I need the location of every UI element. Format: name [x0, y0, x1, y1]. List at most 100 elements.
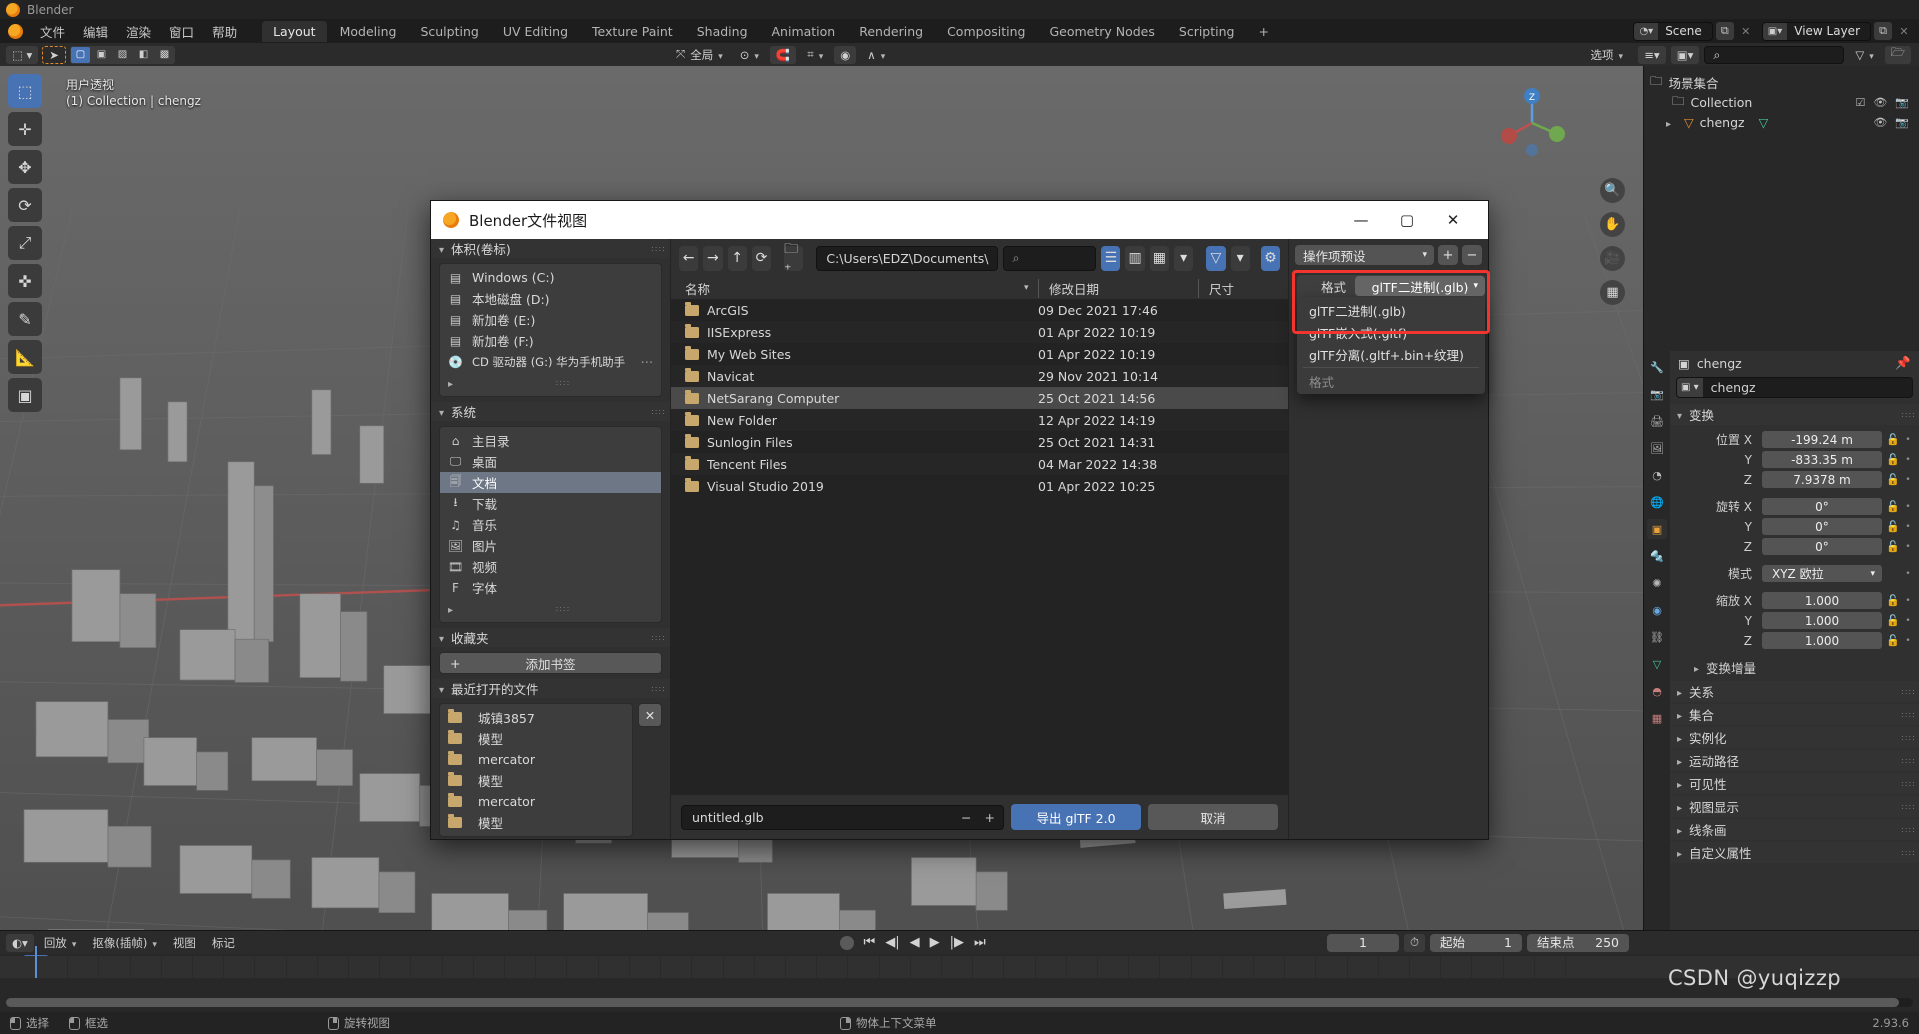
select-invert-icon[interactable]: ◧ — [134, 47, 153, 63]
forward-button[interactable]: → — [703, 246, 722, 271]
system-item-documents[interactable]: 🗐文档 — [440, 472, 661, 493]
object-tab-icon[interactable]: ▣ — [1647, 519, 1667, 539]
add-preset-button[interactable]: + — [1438, 245, 1458, 265]
use-preview-range-icon[interactable]: ⏱ — [1404, 934, 1425, 952]
modifier-tab-icon[interactable]: 🔩 — [1647, 546, 1667, 566]
column-date[interactable]: 修改日期 — [1038, 279, 1198, 298]
volume-item[interactable]: ▤新加卷 (F:) — [440, 330, 661, 351]
menu-render[interactable]: 渲染 — [117, 20, 160, 43]
physics-tab-icon[interactable]: ◉ — [1647, 600, 1667, 620]
decrement-icon[interactable]: − — [961, 810, 971, 825]
tweak-tool-button[interactable]: ➤ — [42, 46, 66, 64]
end-frame-field[interactable]: 结束点 250 — [1527, 934, 1629, 952]
render-tab-icon[interactable]: 📷 — [1647, 384, 1667, 404]
back-button[interactable]: ← — [679, 246, 698, 271]
transform-panel-header[interactable]: 变换 :::: — [1670, 404, 1919, 425]
timeline-menu-playback[interactable]: 回放 — [38, 934, 83, 952]
animate-dot-icon[interactable]: • — [1903, 636, 1913, 646]
format-option-glb[interactable]: glTF二进制(.glb) — [1297, 299, 1485, 321]
panel-collections[interactable]: 集合:::: — [1670, 704, 1919, 725]
particles-tab-icon[interactable]: ✺ — [1647, 573, 1667, 593]
tab-scripting[interactable]: Scripting — [1168, 21, 1246, 42]
remove-preset-button[interactable]: − — [1462, 245, 1482, 265]
tab-shading[interactable]: Shading — [686, 21, 759, 42]
menu-help[interactable]: 帮助 — [203, 20, 246, 43]
recent-item[interactable]: 模型 — [440, 728, 632, 749]
remove-viewlayer-button[interactable]: ✕ — [1895, 22, 1913, 40]
system-item-downloads[interactable]: ⭳下载 — [440, 493, 661, 514]
proportional-falloff-selector[interactable]: ∧ — [861, 46, 891, 64]
rotation-z-value[interactable]: 0° — [1762, 538, 1882, 555]
select-intersect-icon[interactable]: ▩ — [155, 47, 174, 63]
column-size[interactable]: 尺寸 — [1198, 279, 1288, 298]
system-item-music[interactable]: ♫音乐 — [440, 514, 661, 535]
next-keyframe-icon[interactable]: |▶ — [950, 935, 964, 950]
proportional-edit-toggle[interactable]: ◉ — [834, 46, 856, 64]
navigation-gizmo[interactable]: Z — [1493, 84, 1571, 162]
table-row[interactable]: Visual Studio 201901 Apr 2022 10:25 — [671, 475, 1288, 497]
jump-start-icon[interactable]: ⏮ — [864, 935, 876, 950]
pin-icon[interactable]: 📌 — [1895, 355, 1911, 371]
outliner-filter-id[interactable]: ▣▾ — [1671, 46, 1700, 64]
recent-item[interactable]: mercator — [440, 791, 632, 812]
select-box-tool-icon[interactable]: ⬚ — [8, 74, 42, 108]
file-list[interactable]: 名称 ▾ 修改日期 尺寸 ArcGIS09 Dec 2021 17:46 IIS… — [671, 277, 1288, 795]
cursor-tool-icon[interactable]: ✛ — [8, 112, 42, 146]
refresh-button[interactable]: ⟳ — [752, 246, 771, 271]
column-name[interactable]: 名称 — [671, 279, 1024, 298]
recent-item[interactable]: mercator — [440, 749, 632, 770]
operator-preset-selector[interactable]: 操作项预设 ▾ — [1295, 245, 1434, 265]
system-item-fonts[interactable]: F字体 — [440, 577, 661, 598]
tab-geometry-nodes[interactable]: Geometry Nodes — [1038, 21, 1165, 42]
object-name-field[interactable]: ▣ ▾ chengz — [1676, 377, 1913, 398]
parent-dir-button[interactable]: ↑ — [728, 246, 747, 271]
panel-instancing[interactable]: 实例化:::: — [1670, 727, 1919, 748]
close-button[interactable]: ✕ — [1430, 201, 1476, 239]
new-scene-button[interactable]: ⧉ — [1716, 22, 1734, 40]
data-tab-icon[interactable]: ▽ — [1647, 654, 1667, 674]
timeline-menu-marker[interactable]: 标记 — [206, 934, 241, 952]
camera-icon[interactable]: 📷 — [1895, 116, 1909, 129]
timeline-menu-view[interactable]: 视图 — [167, 934, 202, 952]
new-folder-button[interactable]: 🗀⁺ — [784, 246, 803, 271]
system-item-pictures[interactable]: 🖼图片 — [440, 535, 661, 556]
lock-icon[interactable]: 🔓 — [1886, 614, 1899, 627]
outliner-display-mode[interactable]: ≡▾ — [1638, 46, 1665, 64]
prev-keyframe-icon[interactable]: ◀| — [885, 935, 899, 950]
format-option-gltf-embedded[interactable]: glTF嵌入式(.gltf) — [1297, 321, 1485, 343]
display-mode-thumbnail-icon[interactable]: ▥ — [1125, 246, 1144, 271]
add-cube-tool-icon[interactable]: ▣ — [8, 378, 42, 412]
filename-input[interactable]: untitled.glb − + — [681, 805, 1004, 830]
eye-icon[interactable]: 👁 — [1873, 96, 1887, 109]
lock-icon[interactable]: 🔓 — [1886, 473, 1899, 486]
clear-recent-button[interactable]: ✕ — [638, 703, 662, 727]
system-expand-row[interactable]: :::: — [440, 598, 661, 619]
scale-x-value[interactable]: 1.000 — [1762, 592, 1882, 609]
outliner-row-scene-collection[interactable]: 🗀 场景集合 — [1644, 72, 1919, 92]
menu-edit[interactable]: 编辑 — [74, 20, 117, 43]
tab-texture-paint[interactable]: Texture Paint — [581, 21, 684, 42]
rotate-tool-icon[interactable]: ⟳ — [8, 188, 42, 222]
scene-tab-icon[interactable]: ◔ — [1647, 465, 1667, 485]
rotation-x-value[interactable]: 0° — [1762, 498, 1882, 515]
volume-item[interactable]: ▤Windows (C:) — [440, 267, 661, 288]
animate-dot-icon[interactable]: • — [1903, 616, 1913, 626]
recent-item[interactable]: 模型 — [440, 770, 632, 791]
remove-scene-button[interactable]: ✕ — [1737, 22, 1755, 40]
editor-type-selector[interactable]: ⬚ ▾ — [6, 46, 38, 64]
scale-tool-icon[interactable]: ⤢ — [8, 226, 42, 260]
select-set-icon[interactable]: ▢ — [71, 47, 90, 63]
new-viewlayer-button[interactable]: ⧉ — [1874, 22, 1892, 40]
tab-sculpting[interactable]: Sculpting — [409, 21, 489, 42]
table-row[interactable]: Sunlogin Files25 Oct 2021 14:31 — [671, 431, 1288, 453]
filter-settings-chevron-icon[interactable]: ▾ — [1231, 246, 1250, 271]
scale-z-value[interactable]: 1.000 — [1762, 632, 1882, 649]
bookmarks-section-header[interactable]: 收藏夹 :::: — [431, 628, 670, 647]
pan-hand-icon[interactable]: ✋ — [1600, 212, 1625, 237]
table-row[interactable]: My Web Sites01 Apr 2022 10:19 — [671, 343, 1288, 365]
material-tab-icon[interactable]: ◓ — [1647, 681, 1667, 701]
eye-icon[interactable]: 👁 — [1873, 116, 1887, 129]
start-frame-field[interactable]: 起始 1 — [1430, 934, 1522, 952]
tab-layout[interactable]: Layout — [262, 21, 327, 42]
animate-dot-icon[interactable]: • — [1903, 569, 1913, 579]
